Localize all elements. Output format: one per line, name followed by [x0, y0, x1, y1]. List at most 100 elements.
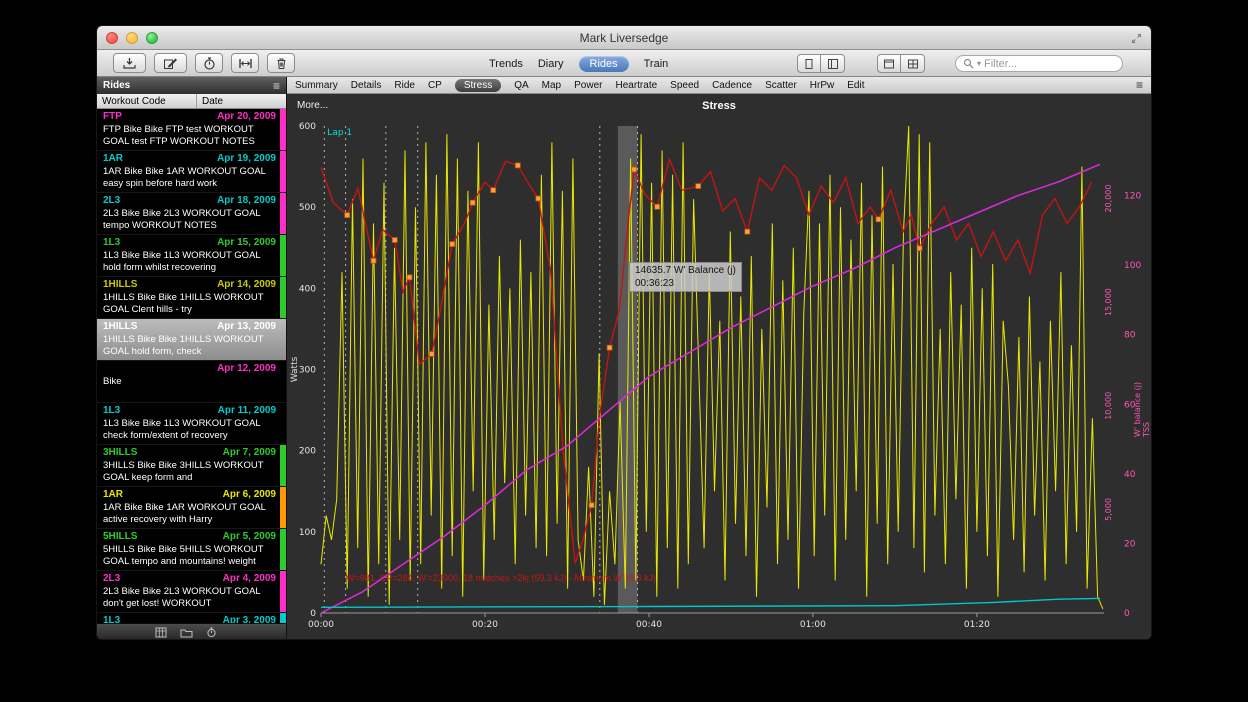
- chart-tab-speed[interactable]: Speed: [670, 80, 699, 91]
- download-icon: [122, 57, 137, 70]
- ride-description: 1HILLS Bike Bike 1HILLS WORKOUT GOAL hol…: [103, 334, 276, 358]
- chart-menu-icon[interactable]: ≡: [1136, 79, 1143, 91]
- watts-tick-label: 200: [299, 447, 316, 457]
- ride-row[interactable]: 5HILLSApr 5, 20095HILLS Bike Bike 5HILLS…: [97, 529, 286, 571]
- window-title: Mark Liversedge: [97, 31, 1151, 45]
- column-workout-code[interactable]: Workout Code: [97, 94, 197, 108]
- ride-row[interactable]: 1ARApr 19, 20091AR Bike Bike 1AR WORKOUT…: [97, 151, 286, 193]
- tiled-view-toggle[interactable]: [901, 54, 925, 73]
- ride-color-bar: [280, 445, 286, 486]
- rides-menu-icon[interactable]: ≡: [273, 80, 280, 92]
- stopwatch-small-icon[interactable]: [206, 627, 217, 638]
- ride-code: 2L3: [103, 195, 120, 207]
- chart-tab-edit[interactable]: Edit: [847, 80, 864, 91]
- chart-tab-details[interactable]: Details: [351, 80, 382, 91]
- ride-list-column-header[interactable]: Workout Code Date: [97, 94, 286, 109]
- chart-tabs-wrap: Summary Details Ride CP Stress QA Map Power Hear…: [295, 79, 1136, 92]
- sidebar-pane-icon: [803, 58, 815, 70]
- match-marker: [407, 275, 412, 280]
- more-link[interactable]: More...: [297, 100, 328, 111]
- toolbar: Trends Diary Rides Train: [97, 50, 1151, 77]
- main-tab-train[interactable]: Train: [644, 58, 669, 70]
- single-view-toggle[interactable]: [877, 54, 901, 73]
- chart-tab-heartrate[interactable]: Heartrate: [615, 80, 657, 91]
- ride-row[interactable]: 2L3Apr 18, 20092L3 Bike Bike 2L3 WORKOUT…: [97, 193, 286, 235]
- sidebar-pane-toggle[interactable]: [797, 54, 821, 73]
- ride-row[interactable]: 1L3Apr 15, 20091L3 Bike Bike 1L3 WORKOUT…: [97, 235, 286, 277]
- ride-date: Apr 4, 2009: [223, 573, 276, 585]
- content: Rides ≡ Workout Code Date FTPApr 20, 200…: [97, 77, 1151, 640]
- intervals-button[interactable]: [231, 53, 259, 73]
- chart-tab-hrpw[interactable]: HrPw: [810, 80, 834, 91]
- wbal-tick-label: 20,000: [1104, 185, 1113, 213]
- match-marker: [655, 204, 660, 209]
- chart-tab-summary[interactable]: Summary: [295, 80, 338, 91]
- chart-tab-cadence[interactable]: Cadence: [712, 80, 752, 91]
- ride-date: Apr 11, 2009: [218, 405, 276, 417]
- ride-color-bar: [280, 109, 286, 150]
- ride-row[interactable]: 1L3Apr 11, 20091L3 Bike Bike 1L3 WORKOUT…: [97, 403, 286, 445]
- match-marker: [917, 246, 922, 251]
- filter-dropdown-caret[interactable]: ▾: [977, 60, 981, 68]
- grid-icon[interactable]: [155, 627, 167, 638]
- main-tabs: Trends Diary Rides Train: [489, 50, 668, 77]
- chart-tab-scatter[interactable]: Scatter: [765, 80, 797, 91]
- ride-row[interactable]: 3HILLSApr 7, 20093HILLS Bike Bike 3HILLS…: [97, 445, 286, 487]
- download-activity-button[interactable]: [113, 53, 146, 73]
- fullscreen-icon[interactable]: [1131, 33, 1142, 44]
- tss-tick-label: 80: [1124, 331, 1136, 341]
- ride-code: 2L3: [103, 573, 120, 585]
- chart-tooltip: 14635.7 W' Balance (j) 00:36:23: [629, 262, 742, 292]
- split-pane-icon: [827, 58, 839, 70]
- ride-code: 1AR: [103, 153, 123, 165]
- ride-description: 2L3 Bike Bike 2L3 WORKOUT GOAL don't get…: [103, 586, 276, 610]
- main-tab-diary[interactable]: Diary: [538, 58, 564, 70]
- chart-column: Summary Details Ride CP Stress QA Map Power Hear…: [287, 77, 1151, 640]
- close-window-button[interactable]: [106, 32, 118, 44]
- tss-tick-label: 100: [1124, 261, 1141, 271]
- titlebar[interactable]: Mark Liversedge: [97, 26, 1151, 50]
- ride-row[interactable]: 1ARApr 6, 20091AR Bike Bike 1AR WORKOUT …: [97, 487, 286, 529]
- ride-code: 1L3: [103, 405, 120, 417]
- delete-activity-button[interactable]: [267, 53, 295, 73]
- match-marker: [696, 184, 701, 189]
- watts-tick-label: 100: [299, 528, 316, 538]
- search-icon: [963, 58, 974, 69]
- split-pane-toggle[interactable]: [821, 54, 845, 73]
- ride-description: FTP Bike Bike FTP test WORKOUT GOAL test…: [103, 124, 276, 148]
- match-marker: [515, 163, 520, 168]
- ride-description: 3HILLS Bike Bike 3HILLS WORKOUT GOAL kee…: [103, 460, 276, 484]
- chart-tab-ride[interactable]: Ride: [394, 80, 415, 91]
- chart-tab-qa[interactable]: QA: [514, 80, 528, 91]
- tss-tick-label: 0: [1124, 609, 1130, 619]
- main-tab-rides[interactable]: Rides: [579, 56, 629, 72]
- ride-row[interactable]: 2L3 Apr 4, 20092L3 Bike Bike 2L3 WORKOUT …: [97, 571, 286, 613]
- watts-tick-label: 500: [299, 203, 316, 213]
- manual-activity-button[interactable]: [154, 53, 187, 73]
- chart-tab-stress[interactable]: Stress: [455, 79, 501, 92]
- ride-row[interactable]: 1HILLSApr 14, 20091HILLS Bike Bike 1HILL…: [97, 277, 286, 319]
- ride-row[interactable]: 1L3Apr 3, 2009: [97, 613, 286, 623]
- stress-chart-svg[interactable]: 0100200300400500600Watts00:0000:2000:400…: [287, 94, 1151, 640]
- chart-tabs: Summary Details Ride CP Stress QA Map Power Hear…: [287, 77, 1151, 94]
- column-date[interactable]: Date: [197, 96, 286, 107]
- chart-tab-power[interactable]: Power: [574, 80, 602, 91]
- match-marker: [429, 352, 434, 357]
- stopwatch-button[interactable]: [195, 53, 223, 73]
- main-tab-trends[interactable]: Trends: [489, 58, 523, 70]
- ride-description: 1AR Bike Bike 1AR WORKOUT GOAL easy spin…: [103, 166, 276, 190]
- chart-tab-cp[interactable]: CP: [428, 80, 442, 91]
- ride-date: Apr 12, 2009: [217, 363, 276, 375]
- ride-row[interactable]: FTPApr 20, 2009FTP Bike Bike FTP test WO…: [97, 109, 286, 151]
- folder-icon[interactable]: [180, 628, 193, 638]
- zoom-window-button[interactable]: [146, 32, 158, 44]
- minimize-window-button[interactable]: [126, 32, 138, 44]
- ride-row[interactable]: Apr 12, 2009Bike: [97, 361, 286, 403]
- ride-row[interactable]: 1HILLSApr 13, 20091HILLS Bike Bike 1HILL…: [97, 319, 286, 361]
- filter-input[interactable]: ▾ Filter...: [955, 55, 1123, 72]
- ride-code: 1L3: [103, 615, 120, 623]
- trash-icon: [275, 57, 288, 70]
- chart-tab-map[interactable]: Map: [542, 80, 561, 91]
- match-marker: [470, 200, 475, 205]
- ride-description: 1L3 Bike Bike 1L3 WORKOUT GOAL hold form…: [103, 250, 276, 274]
